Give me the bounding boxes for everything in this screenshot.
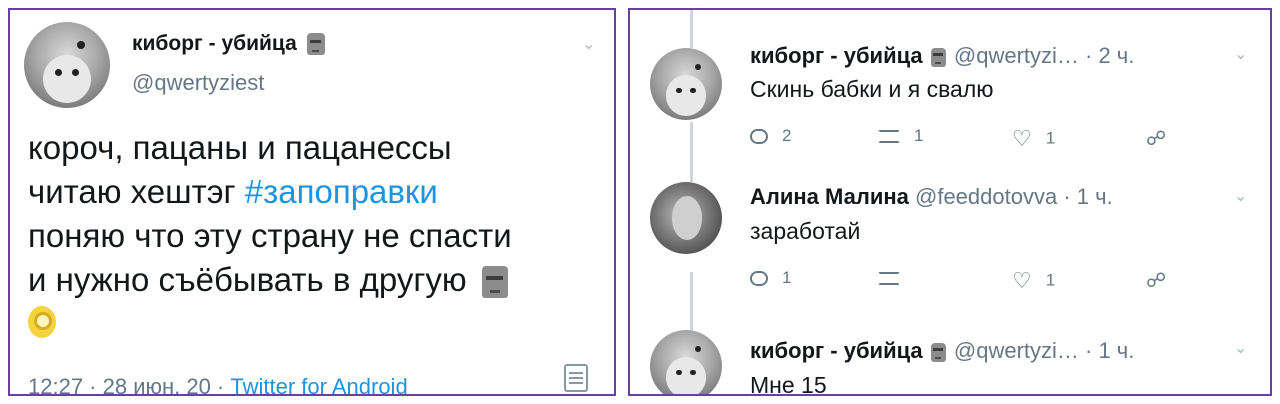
moai-emoji <box>930 47 946 67</box>
author-handle[interactable]: @qwertyziest <box>132 70 264 96</box>
avatar[interactable] <box>24 22 110 108</box>
main-tweet-panel: киборг - убийца @qwertyziest ⌄ короч, па… <box>8 8 616 396</box>
tweet-footer: 12:27 · 28 июн. 20 · Twitter for Android <box>28 374 408 394</box>
reply-header: киборг - убийца @qwertyzi… · 1 ч. <box>750 338 1134 364</box>
tweet-text-line: читаю хештэг <box>28 173 245 210</box>
reply-tweet[interactable]: Алина Малина @feeddotovva · 1 ч. ⌄ зараб… <box>630 180 1270 330</box>
tweet-text-line: короч, пацаны и пацанессы <box>28 129 452 166</box>
reply-count: 1 <box>782 268 792 287</box>
reply-tweet[interactable]: киборг - убийца @qwertyzi… · 1 ч. ⌄ Мне … <box>630 330 1270 396</box>
avatar[interactable] <box>650 182 722 254</box>
reply-header: Алина Малина @feeddotovva · 1 ч. <box>750 184 1113 210</box>
reply-button[interactable]: 2 <box>750 126 791 146</box>
chevron-down-icon[interactable]: ⌄ <box>1234 338 1247 358</box>
reply-button[interactable]: 1 <box>750 268 791 288</box>
ok-hand-emoji <box>28 306 56 338</box>
author-name[interactable]: киборг - убийца <box>750 43 923 68</box>
retweet-button[interactable] <box>878 268 914 288</box>
tweet-text: короч, пацаны и пацанессы читаю хештэг #… <box>28 126 608 338</box>
moai-emoji <box>930 342 946 362</box>
like-button[interactable]: ♡ 1 <box>1012 126 1055 152</box>
reply-icon <box>750 271 768 287</box>
chevron-down-icon[interactable]: ⌄ <box>1234 186 1247 206</box>
author-handle-time[interactable]: @feeddotovva · 1 ч. <box>909 184 1113 209</box>
moai-emoji <box>306 33 325 56</box>
reply-header: киборг - убийца @qwertyzi… · 2 ч. <box>750 43 1134 69</box>
author-name-row[interactable]: киборг - убийца <box>132 32 325 56</box>
author-name[interactable]: Алина Малина <box>750 184 909 209</box>
author-handle-time[interactable]: @qwertyzi… · 2 ч. <box>954 43 1135 68</box>
author-name[interactable]: киборг - убийца <box>750 338 923 363</box>
tweet-source-link[interactable]: Twitter for Android <box>230 374 407 394</box>
tweet-text-line: поняю что эту страну не спасти <box>28 217 512 254</box>
reply-count: 2 <box>782 126 792 145</box>
retweet-count: 1 <box>914 126 924 145</box>
tweet-actions: 1 ♡ 1 ☍ <box>750 268 1170 294</box>
chevron-down-icon[interactable]: ⌄ <box>1234 44 1247 64</box>
tweet-text-line: и нужно съёбывать в другую <box>28 261 467 298</box>
share-button[interactable]: ☍ <box>1146 268 1166 293</box>
avatar[interactable] <box>650 330 722 394</box>
retweet-icon <box>878 272 900 286</box>
share-icon: ☍ <box>1146 270 1167 292</box>
share-icon: ☍ <box>1146 128 1167 150</box>
reply-text: Скинь бабки и я свалю <box>750 76 994 102</box>
tweet-datetime[interactable]: 12:27 · 28 июн. 20 · <box>28 374 230 394</box>
chevron-down-icon[interactable]: ⌄ <box>582 34 595 54</box>
analytics-icon[interactable] <box>564 364 588 392</box>
like-count: 1 <box>1045 128 1056 148</box>
share-button[interactable]: ☍ <box>1146 126 1166 151</box>
reply-tweet[interactable]: киборг - убийца @qwertyzi… · 2 ч. ⌄ Скин… <box>630 10 1270 180</box>
heart-icon: ♡ <box>1012 268 1032 293</box>
hashtag-link[interactable]: #запоправки <box>245 173 438 210</box>
like-button[interactable]: ♡ 1 <box>1012 268 1055 294</box>
retweet-icon <box>878 130 900 144</box>
replies-panel: киборг - убийца @qwertyzi… · 2 ч. ⌄ Скин… <box>628 8 1272 396</box>
author-name[interactable]: киборг - убийца <box>132 32 297 55</box>
author-handle-time[interactable]: @qwertyzi… · 1 ч. <box>954 338 1135 363</box>
retweet-button[interactable]: 1 <box>878 126 923 146</box>
like-count: 1 <box>1045 270 1056 290</box>
tweet-actions: 2 1 ♡ 1 ☍ <box>750 126 1170 152</box>
reply-text: Мне 15 <box>750 372 827 396</box>
moai-emoji <box>481 266 508 299</box>
heart-icon: ♡ <box>1012 126 1032 151</box>
reply-text: заработай <box>750 218 861 244</box>
reply-icon <box>750 129 768 145</box>
avatar[interactable] <box>650 48 722 120</box>
